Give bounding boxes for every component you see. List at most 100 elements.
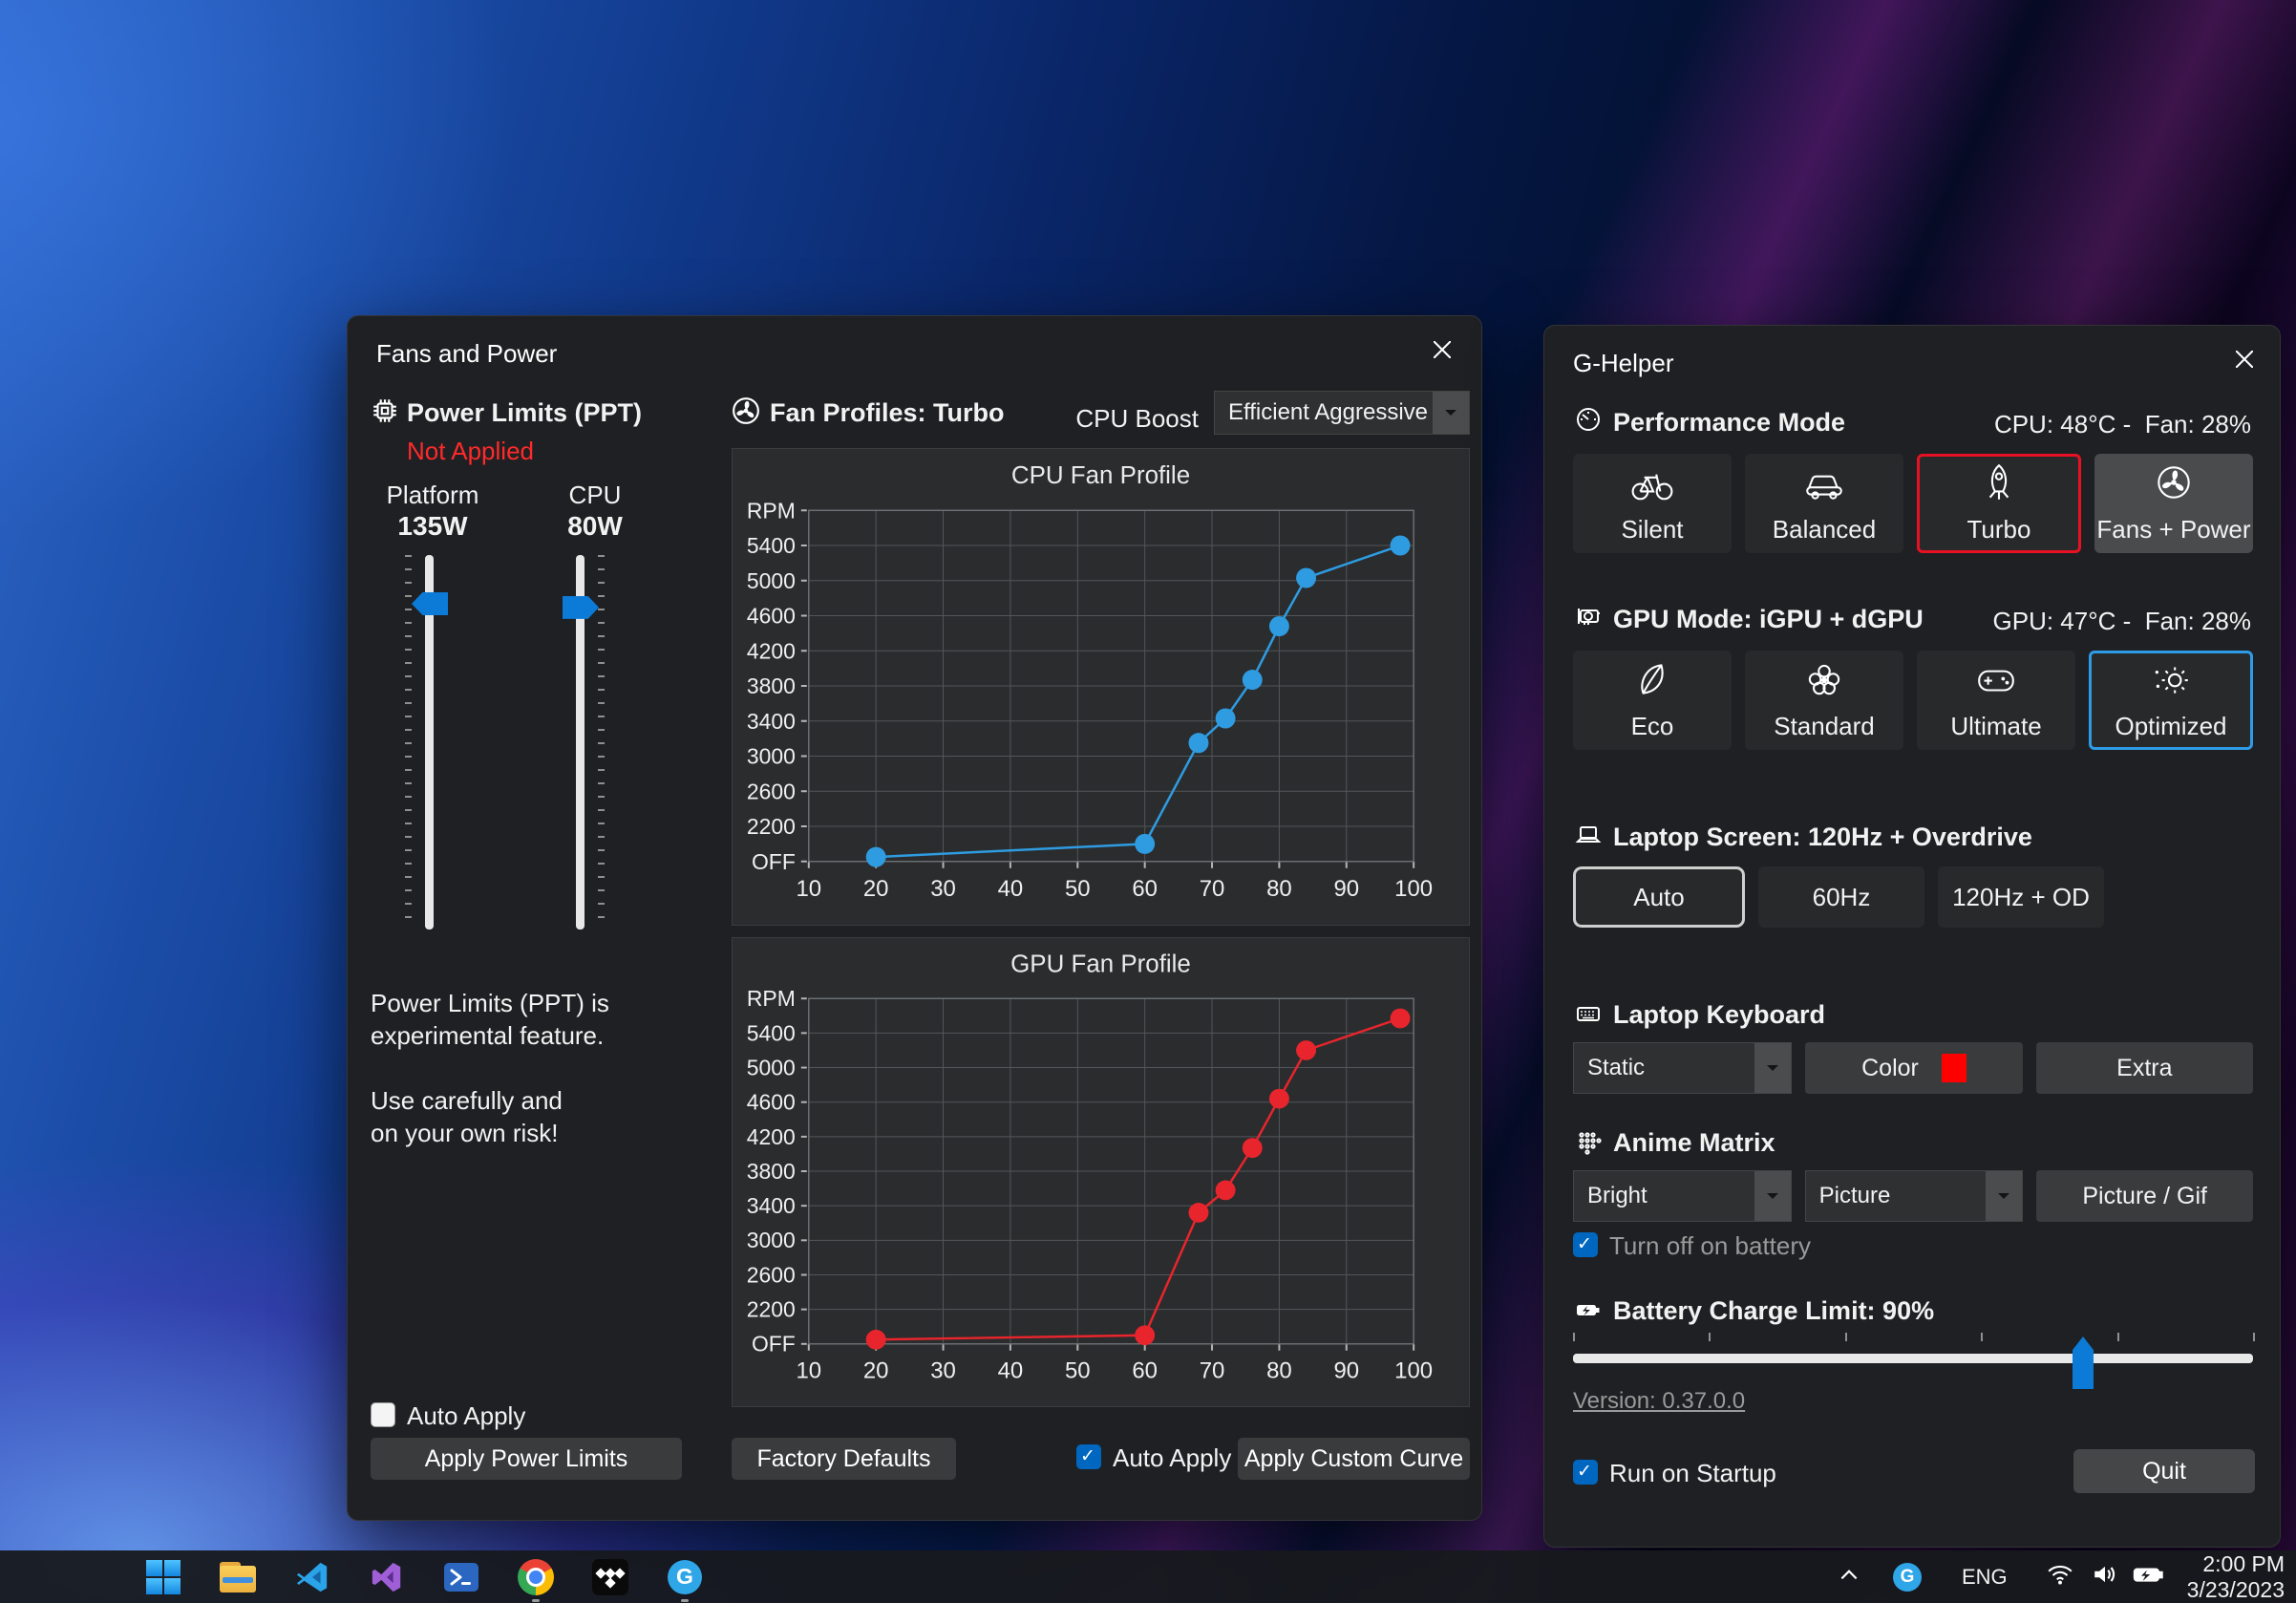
cpu-fan-profile-chart[interactable]: CPU Fan Profile102030405060708090100RPM5… — [732, 448, 1470, 926]
cpu-boost-dropdown[interactable]: Efficient Aggressive — [1214, 391, 1470, 435]
chevron-down-icon[interactable] — [1433, 392, 1469, 434]
svg-text:3400: 3400 — [747, 1193, 796, 1218]
curve-auto-apply-checkbox[interactable] — [1076, 1444, 1101, 1469]
svg-text:90: 90 — [1333, 1357, 1359, 1383]
gauge-icon — [1575, 406, 1602, 433]
keyboard-extra-button[interactable]: Extra — [2036, 1042, 2253, 1094]
performance-fans-power-button[interactable]: Fans + Power — [2094, 454, 2253, 553]
visual-studio-icon[interactable] — [369, 1559, 405, 1595]
cpu-boost-label: CPU Boost — [1075, 404, 1199, 434]
screen-120hz-od-button[interactable]: 120Hz + OD — [1938, 866, 2104, 928]
svg-text:RPM: RPM — [747, 498, 796, 523]
battery-tray-icon[interactable] — [2132, 1562, 2164, 1592]
chevron-down-icon[interactable] — [1754, 1043, 1791, 1093]
gpu-standard-button[interactable]: Standard — [1745, 651, 1903, 750]
tile-label: Standard — [1774, 712, 1875, 741]
gpu-eco-button[interactable]: Eco — [1573, 651, 1732, 750]
screen-60hz-button[interactable]: 60Hz — [1758, 866, 1924, 928]
power-auto-apply-checkbox[interactable] — [371, 1402, 395, 1427]
taskbar-clock[interactable]: 2:00 PM 3/23/2023 — [2187, 1551, 2285, 1603]
g-helper-close-button[interactable] — [2230, 347, 2259, 375]
run-on-startup-checkbox[interactable] — [1573, 1460, 1598, 1485]
keyboard-mode-dropdown[interactable]: Static — [1573, 1042, 1792, 1094]
gear-sparks-icon — [2149, 659, 2193, 706]
cpu-temps-readout: CPU: 48°C - Fan: 28% — [1994, 410, 2251, 439]
gpu-optimized-button[interactable]: Optimized — [2089, 651, 2253, 750]
chevron-down-icon[interactable] — [1754, 1171, 1791, 1221]
platform-value: 135W — [375, 511, 490, 542]
matrix-mode-value: Picture — [1806, 1183, 1987, 1209]
svg-text:5000: 5000 — [747, 568, 796, 593]
cpu-power-slider[interactable] — [563, 555, 617, 930]
matrix-picture-gif-button[interactable]: Picture / Gif — [2036, 1170, 2253, 1222]
svg-text:40: 40 — [998, 1357, 1024, 1383]
apply-power-limits-button[interactable]: Apply Power Limits — [371, 1438, 682, 1480]
performance-silent-button[interactable]: Silent — [1573, 454, 1732, 553]
anime-matrix-header: Anime Matrix — [1613, 1128, 1775, 1158]
screen-mode-buttons: Auto 60Hz 120Hz + OD — [1573, 866, 2104, 928]
wifi-icon[interactable] — [2046, 1562, 2074, 1592]
quit-button[interactable]: Quit — [2073, 1449, 2255, 1493]
system-tray: G ENG 2:00 PM 3/23/2023 — [1838, 1550, 2285, 1603]
svg-text:80: 80 — [1266, 1357, 1292, 1383]
language-indicator[interactable]: ENG — [1962, 1565, 2008, 1590]
gpu-ultimate-button[interactable]: Ultimate — [1917, 651, 2075, 750]
laptop-icon — [1575, 823, 1602, 849]
svg-text:2200: 2200 — [747, 1297, 796, 1322]
matrix-battery-checkbox[interactable] — [1573, 1232, 1598, 1257]
keyboard-icon — [1575, 1000, 1602, 1027]
cpu-chip-icon — [371, 396, 399, 425]
apply-custom-curve-button[interactable]: Apply Custom Curve — [1238, 1438, 1470, 1480]
svg-text:4200: 4200 — [747, 638, 796, 663]
leaf-icon — [1630, 659, 1674, 706]
tile-label: 60Hz — [1813, 883, 1871, 912]
g-helper-window-title: G-Helper — [1573, 349, 1673, 378]
performance-mode-buttons: Silent Balanced Turbo Fans + Power — [1573, 454, 2253, 553]
fans-window-close-button[interactable] — [1428, 337, 1456, 366]
g-helper-tray-icon[interactable]: G — [1893, 1563, 1922, 1592]
file-explorer-icon[interactable] — [220, 1559, 256, 1595]
battery-slider-track[interactable] — [1573, 1354, 2253, 1363]
platform-label: Platform — [375, 481, 490, 510]
battery-slider-ticks — [1573, 1333, 2253, 1341]
taskbar-apps: G — [145, 1550, 703, 1603]
power-limits-note: Power Limits (PPT) is experimental featu… — [371, 987, 609, 1149]
platform-slider-handle[interactable] — [412, 592, 448, 615]
matrix-brightness-dropdown[interactable]: Bright — [1573, 1170, 1792, 1222]
tray-chevron-up-icon[interactable] — [1838, 1565, 1860, 1589]
rocket-icon — [1977, 462, 2021, 509]
laptop-screen-header: Laptop Screen: 120Hz + Overdrive — [1613, 823, 2032, 852]
picture-gif-label: Picture / Gif — [2082, 1183, 2207, 1210]
close-icon — [2236, 351, 2253, 373]
screen-auto-button[interactable]: Auto — [1573, 866, 1745, 928]
matrix-mode-dropdown[interactable]: Picture — [1805, 1170, 2024, 1222]
gpu-card-icon — [1575, 603, 1602, 630]
cpu-slider-handle[interactable] — [563, 596, 599, 619]
keyboard-color-swatch — [1942, 1054, 1966, 1082]
volume-icon[interactable] — [2092, 1562, 2118, 1592]
powershell-icon[interactable] — [443, 1559, 479, 1595]
start-button[interactable] — [145, 1559, 181, 1595]
gpu-fan-profile-chart[interactable]: GPU Fan Profile102030405060708090100RPM5… — [732, 937, 1470, 1407]
vscode-icon[interactable] — [294, 1559, 330, 1595]
chrome-icon[interactable] — [518, 1559, 554, 1595]
performance-turbo-button[interactable]: Turbo — [1917, 454, 2081, 553]
keyboard-color-button[interactable]: Color — [1805, 1042, 2022, 1094]
svg-text:40: 40 — [998, 876, 1024, 902]
svg-text:2600: 2600 — [747, 779, 796, 803]
gpu-mode-header: GPU Mode: iGPU + dGPU — [1613, 605, 1924, 634]
fans-and-power-window: Fans and Power Power Limits (PPT) Not Ap… — [347, 315, 1482, 1521]
g-helper-taskbar-icon[interactable]: G — [667, 1559, 703, 1595]
tidal-icon[interactable] — [592, 1559, 628, 1595]
bicycle-icon — [1630, 462, 1674, 509]
performance-balanced-button[interactable]: Balanced — [1745, 454, 1903, 553]
platform-power-slider[interactable] — [405, 555, 458, 930]
gamepad-icon — [1974, 659, 2018, 706]
chevron-down-icon[interactable] — [1986, 1171, 2022, 1221]
battery-slider-handle[interactable] — [2073, 1336, 2094, 1389]
tile-label: Eco — [1631, 712, 1674, 741]
svg-text:10: 10 — [796, 1357, 821, 1383]
run-on-startup-label: Run on Startup — [1609, 1459, 1776, 1488]
version-link[interactable]: Version: 0.37.0.0 — [1573, 1388, 1745, 1415]
factory-defaults-button[interactable]: Factory Defaults — [732, 1438, 956, 1480]
